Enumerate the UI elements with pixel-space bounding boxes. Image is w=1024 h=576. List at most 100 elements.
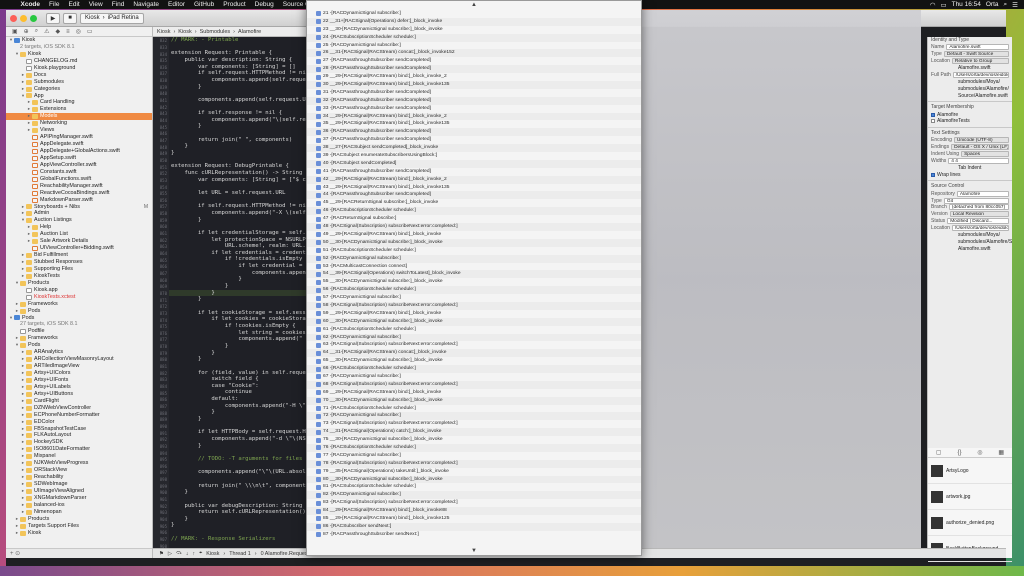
navigator-tab-icon[interactable]: ◆ (55, 28, 60, 35)
stack-frame-row[interactable]: 74 __31-[RACSignal(Operations) catch:]_b… (307, 428, 641, 437)
file-tree-row[interactable]: ▸ Reachability (6, 474, 152, 481)
file-tree-row[interactable]: ▸ Pods (6, 308, 152, 315)
inspector-field-value[interactable]: Alamofire (956, 190, 1009, 197)
menu-item-edit[interactable]: Edit (64, 1, 84, 8)
file-tree-row[interactable]: GlobalFunctions.swift (6, 176, 152, 183)
code-line[interactable]: if let credential = (169, 263, 307, 270)
jump-bar-item[interactable]: Kiosk (178, 29, 191, 35)
inspector-checkbox-row[interactable]: AlamofireTests (928, 118, 1012, 125)
code-line[interactable]: components.append(" (169, 336, 307, 343)
stack-frame-row[interactable]: 39 -[RACSubject enumerateSubscribersUsin… (307, 152, 641, 160)
debug-bar-item[interactable]: ⌖ (199, 550, 202, 557)
scroll-down-arrow-icon[interactable]: ▼ (307, 547, 641, 555)
stack-frame-row[interactable]: 59 __29-[RACSignal(RACStream) bind:]_blo… (307, 310, 641, 318)
file-tree-row[interactable]: MarkdownParser.swift (6, 197, 152, 204)
file-tree-row[interactable]: APIPingManager.swift (6, 134, 152, 141)
file-tree-row[interactable]: ▸ Products (6, 516, 152, 523)
stack-frame-row[interactable]: 84 __29-[RACSignal(RACStream) bind:]_blo… (307, 507, 641, 515)
notification-center-icon[interactable]: ☰ (1012, 1, 1018, 9)
stack-frame-row[interactable]: 44 -[RACPassthroughSubscriber sendComple… (307, 191, 641, 200)
run-button[interactable]: ▶ (46, 12, 60, 24)
inspector-field-value[interactable]: /Users/orta/dev/ios/eidolon/ (951, 225, 1009, 232)
code-line[interactable]: switch field { (169, 376, 307, 383)
stack-frame-row[interactable]: 38 __27-[RACSubject sendCompleted]_block… (307, 144, 641, 153)
stack-frame-row[interactable]: 21 -[RACDynamicSignal subscribe:] (307, 10, 641, 18)
inspector-field-value[interactable]: Default - Swift Source (943, 51, 1009, 58)
menu-item-navigate[interactable]: Navigate (129, 1, 164, 8)
inspector-field-value[interactable]: Spaces (961, 151, 1009, 158)
code-line[interactable]: } (169, 296, 307, 303)
inspector-field-value[interactable]: Local Revision (949, 211, 1009, 218)
inspector-field-value[interactable]: Unicode (UTF-8) (953, 137, 1009, 144)
code-line[interactable] (169, 529, 307, 536)
menu-item-debug[interactable]: Debug (250, 1, 278, 8)
code-line[interactable]: let protectionSpace = NSURLP (169, 237, 307, 244)
minimize-window-button[interactable] (20, 14, 27, 22)
stack-frame-row[interactable]: 53 -[RACMulticastConnection connect] (307, 263, 641, 271)
code-line[interactable]: for (field, value) in self.reque (169, 370, 307, 377)
inspector-field-value[interactable]: /Users/orta/dev/ios/eidolon/ (952, 72, 1009, 78)
file-tree-row[interactable]: ▸ Supporting Files (6, 266, 152, 273)
file-tree-row[interactable]: ▾ App (6, 93, 152, 100)
code-line[interactable]: if let credentialStorage = self. (169, 230, 307, 237)
stack-frame-row[interactable]: 34 __29-[RACSignal(RACStream) bind:]_blo… (307, 112, 641, 121)
code-line[interactable] (169, 463, 307, 470)
file-tree-row[interactable]: KioskTests.xctest (6, 294, 152, 301)
file-tree-row[interactable]: ▸ NJKWebViewProgress (6, 460, 152, 467)
code-line[interactable]: components.append (169, 270, 307, 277)
code-line[interactable]: return join(" ", components) (169, 137, 307, 144)
code-line[interactable]: } (169, 489, 307, 496)
code-line[interactable] (169, 157, 307, 164)
file-tree-row[interactable]: ▸ Models (6, 113, 152, 121)
file-tree-row[interactable]: CHANGELOG.md (6, 58, 152, 65)
file-tree-row[interactable]: ▸ Nimenopan (6, 509, 152, 516)
file-tree-row[interactable]: ▸ Targets Support Files (6, 523, 152, 530)
navigator-tab-icon[interactable]: ◎ (76, 28, 81, 35)
navigator-tab-icon[interactable]: ⌕ (35, 28, 38, 35)
menu-item-editor[interactable]: Editor (164, 1, 190, 8)
stack-frame-row[interactable]: 85 __29-[RACSignal(RACStream) bind:]_blo… (307, 515, 641, 523)
code-line[interactable] (169, 303, 307, 310)
file-tree-row[interactable]: UIViewController+Bidding.swift (6, 245, 152, 252)
file-tree-row[interactable]: ▸ Artsy+UIButtons (6, 391, 152, 398)
inspector-checkbox-row[interactable]: Wrap lines (928, 171, 1012, 178)
code-line[interactable]: // TODO: -T arguments for files (169, 456, 307, 463)
navigator-tab-icon[interactable]: ⊕ (24, 28, 29, 35)
code-line[interactable] (169, 104, 307, 111)
battery-icon[interactable]: ▭ (940, 1, 946, 9)
stack-frame-row[interactable]: 40 -[RACSubject sendCompleted] (307, 159, 641, 168)
stack-frame-row[interactable]: 31 -[RACPassthroughSubscriber sendComple… (307, 89, 641, 97)
file-tree-row[interactable]: ▸ ISO8601DateFormatter (6, 446, 152, 453)
stack-frame-row[interactable]: 79 __35-[RACSignal(Operations) takeUntil… (307, 468, 641, 476)
user-name[interactable]: Orta (986, 1, 999, 8)
file-tree-row[interactable]: ▸ Networking (6, 120, 152, 127)
debug-bar-item[interactable]: Kiosk (206, 551, 219, 557)
code-line[interactable]: components.append("\"\(URL.absol (169, 469, 307, 476)
file-tree-row[interactable]: ▾ Kiosk (6, 51, 152, 58)
code-line[interactable]: URL.scheme!, realm: URL. (169, 243, 307, 250)
file-tree-row[interactable]: ▸ Card Handling (6, 99, 152, 106)
wifi-icon[interactable]: ◠ (930, 1, 936, 9)
stack-frame-row[interactable]: 50 __30-[RACDynamicSignal subscribe:]_bl… (307, 238, 641, 247)
scroll-up-arrow-icon[interactable]: ▲ (307, 1, 641, 9)
file-tree-row[interactable]: ▸ Submodules (6, 79, 152, 86)
code-line[interactable]: if let HTTPBody = self.request.H (169, 429, 307, 436)
stack-frame-row[interactable]: 63 -[RACSignal(Subscription) subscribeNe… (307, 341, 641, 349)
inspector-field-value[interactable]: Modified | Discard... (947, 218, 1009, 225)
file-tree-row[interactable]: ▾ Kiosk (6, 37, 152, 44)
code-line[interactable]: } (169, 283, 307, 290)
stack-frame-row[interactable]: 78 -[RACSignal(Subscription) subscribeNe… (307, 459, 641, 468)
file-tree-row[interactable]: ▸ Artsy+UILabels (6, 384, 152, 391)
stop-button[interactable]: ■ (63, 12, 77, 24)
source-editor[interactable]: 832// MARK: - Printable 833 834 extension R… (153, 37, 307, 548)
file-tree-row[interactable]: ▸ FLKAutoLayout (6, 432, 152, 439)
zoom-window-button[interactable] (30, 14, 37, 22)
file-tree-row[interactable]: ▸ Kiosk (6, 530, 152, 537)
stack-frame-row[interactable]: 81 -[RACSubscriptionScheduler schedule:] (307, 483, 641, 491)
code-line[interactable]: } (169, 443, 307, 450)
code-line[interactable]: } (169, 276, 307, 283)
file-tree-row[interactable]: Kiosk.playground (6, 65, 152, 72)
scheme-selector[interactable]: Kiosk › iPad Retina (80, 12, 144, 24)
menu-item-github[interactable]: GitHub (189, 1, 218, 8)
file-tree-row[interactable]: ▸ SDWebImage (6, 481, 152, 488)
